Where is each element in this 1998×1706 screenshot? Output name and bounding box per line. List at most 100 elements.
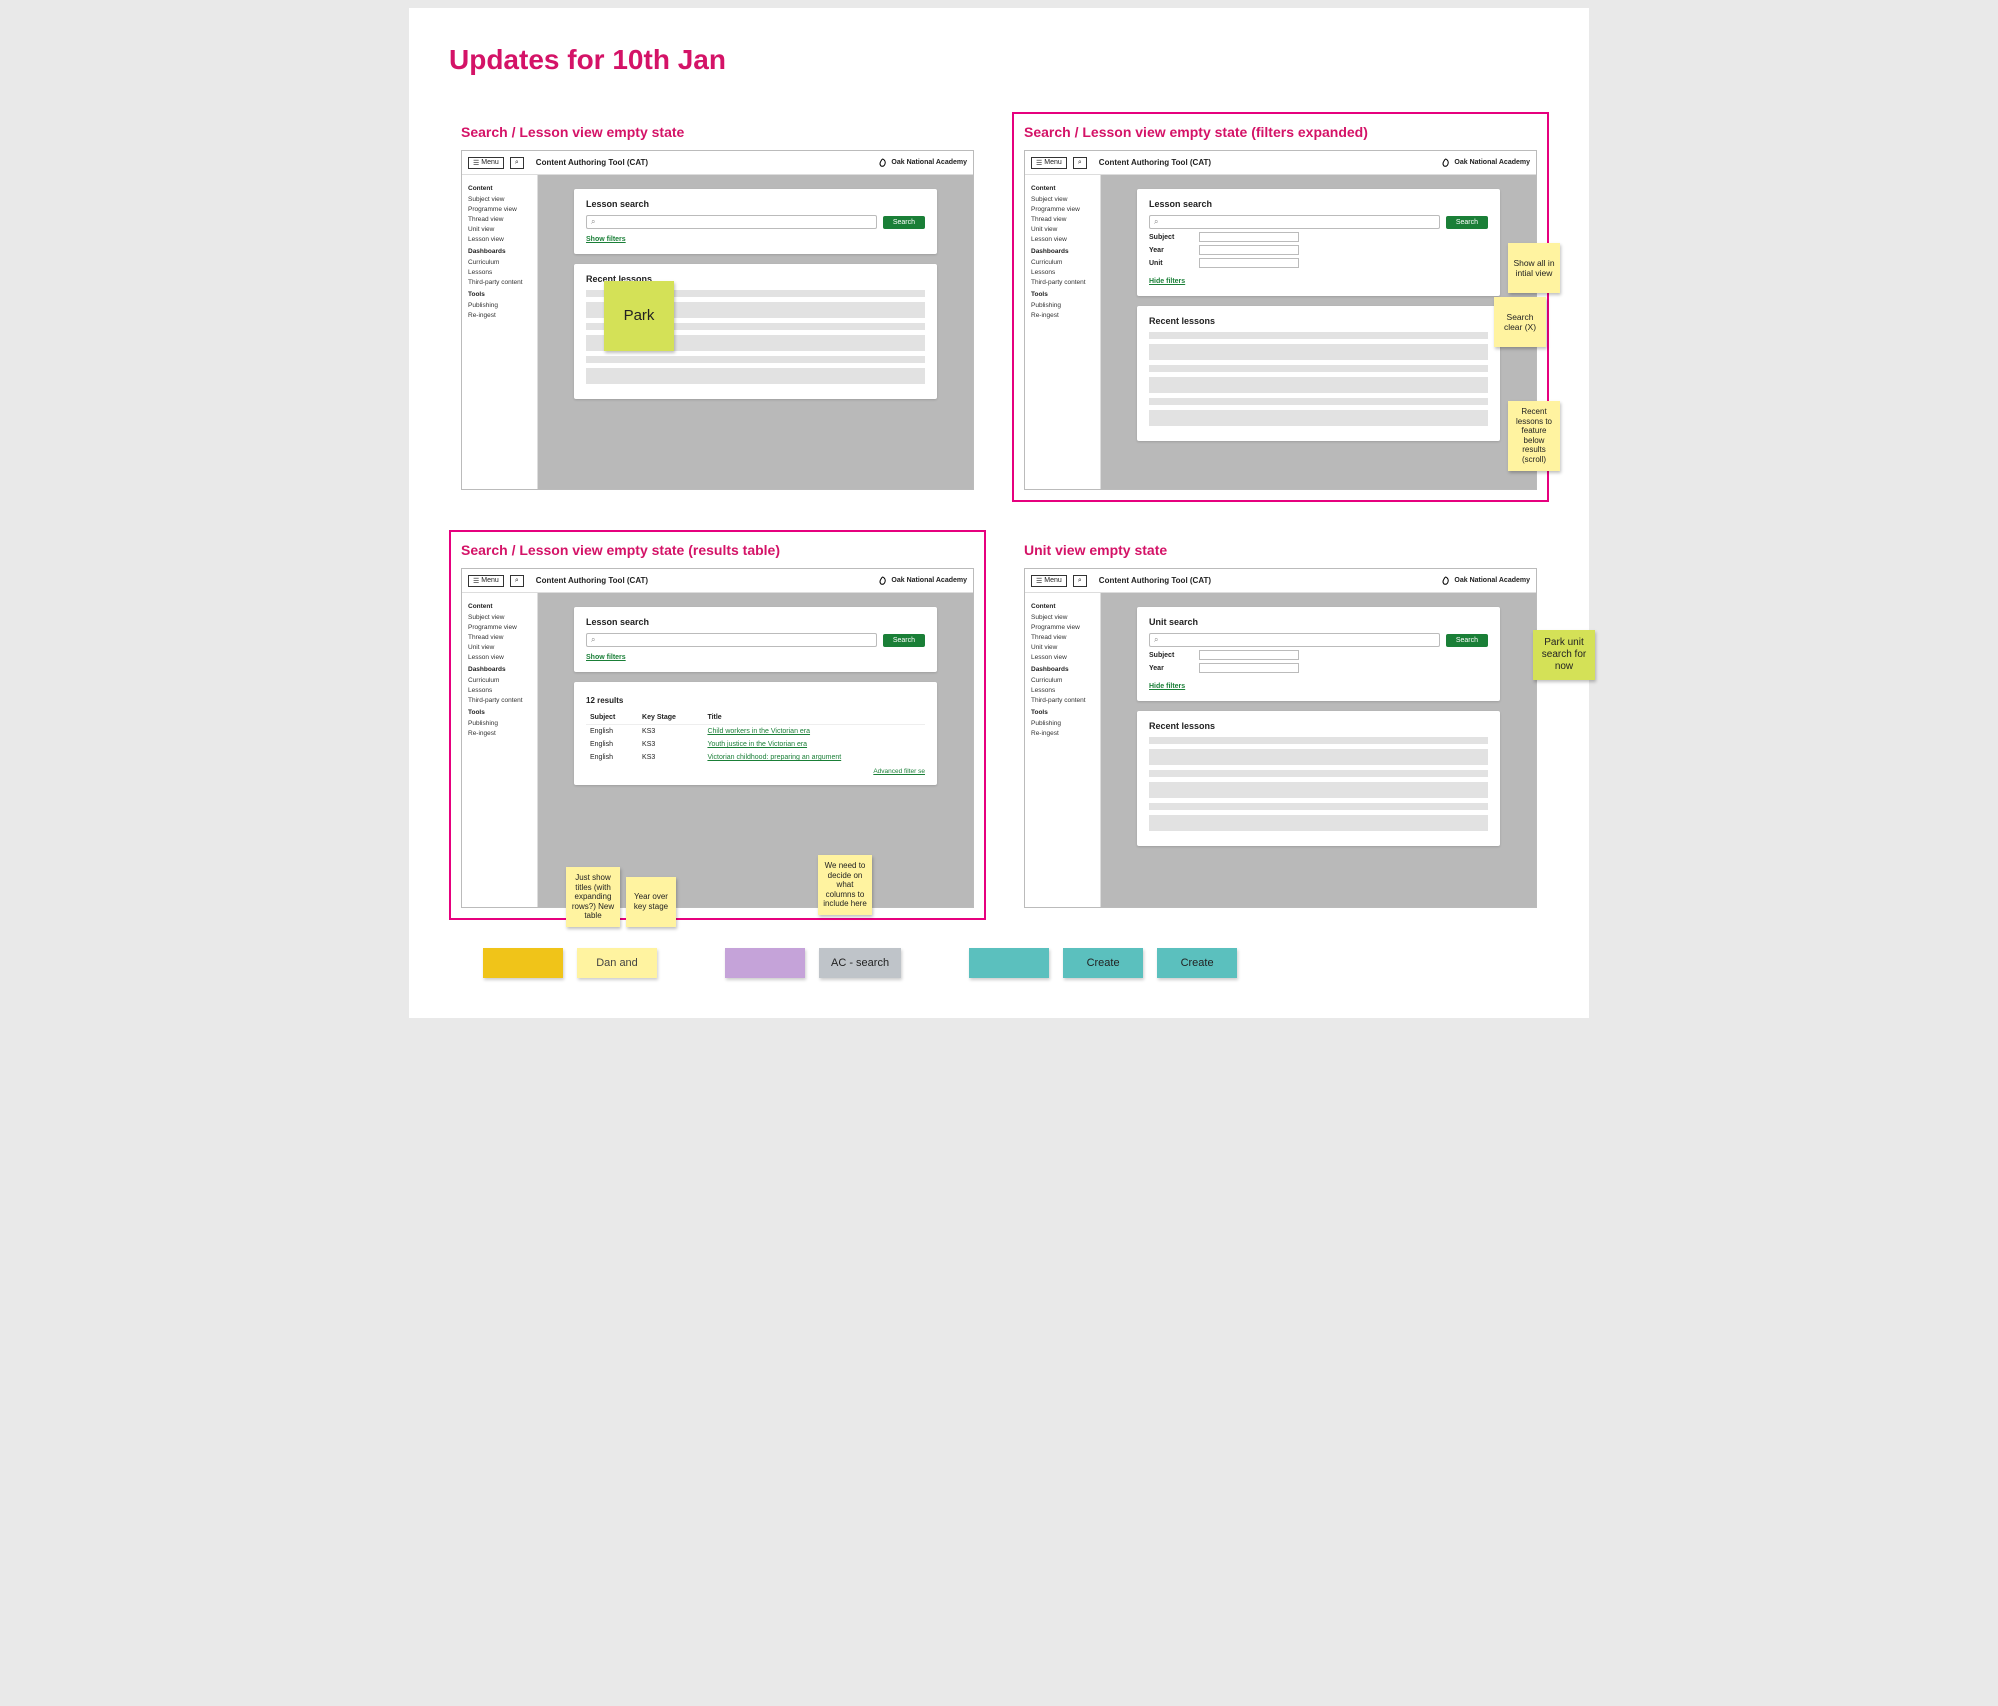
search-icon[interactable]: ⌕ [1073,157,1087,169]
search-input[interactable] [586,215,877,229]
sidebar-item[interactable]: Lessons [1031,267,1094,277]
search-input[interactable] [1149,633,1440,647]
table-row[interactable]: EnglishKS3Child workers in the Victorian… [586,725,925,739]
frame-a[interactable]: Menu ⌕ Content Authoring Tool (CAT) Oak … [461,150,974,490]
search-input[interactable] [1149,215,1440,229]
table-row[interactable]: EnglishKS3Youth justice in the Victorian… [586,738,925,751]
sidebar-item-publishing[interactable]: Publishing [468,300,531,310]
result-link[interactable]: Youth justice in the Victorian era [707,741,807,748]
show-filters-link[interactable]: Show filters [586,236,626,243]
filter-year-input[interactable] [1199,245,1299,255]
cell-d[interactable]: Unit view empty state Menu ⌕ Content Aut… [1012,530,1549,920]
sidebar-item[interactable]: Thread view [1031,632,1094,642]
sidebar-item[interactable]: Unit view [1031,642,1094,652]
menu-button[interactable]: Menu [468,157,504,169]
search-card: Unit search Search Subject Year Hide fil… [1137,607,1500,701]
chip-dan[interactable]: Dan and [577,948,657,978]
sidebar-item[interactable]: Unit view [1031,224,1094,234]
sticky-show-all[interactable]: Show all in intial view [1508,243,1560,293]
sidebar-item[interactable]: Subject view [1031,612,1094,622]
advanced-filter-link[interactable]: Advanced filter se [586,768,925,775]
sticky-park-unit[interactable]: Park unit search for now [1533,630,1595,680]
sidebar-item-lesson-view[interactable]: Lesson view [468,234,531,244]
chip-teal-create-1[interactable]: Create [1063,948,1143,978]
results-card: 12 results Subject Key Stage Title Engli… [574,682,937,785]
hide-filters-link[interactable]: Hide filters [1149,683,1185,690]
sidebar-item[interactable]: Unit view [468,642,531,652]
sidebar-item[interactable]: Publishing [1031,300,1094,310]
table-row[interactable]: EnglishKS3Victorian childhood: preparing… [586,751,925,764]
frame-b[interactable]: Menu ⌕ Content Authoring Tool (CAT) Oak … [1024,150,1537,490]
cell-c[interactable]: Search / Lesson view empty state (result… [449,530,986,920]
sidebar-item[interactable]: Publishing [468,718,531,728]
search-input[interactable] [586,633,877,647]
sidebar-item[interactable]: Curriculum [1031,257,1094,267]
filter-unit-input[interactable] [1199,258,1299,268]
filter-subject-input[interactable] [1199,232,1299,242]
sidebar-item-unit-view[interactable]: Unit view [468,224,531,234]
chip-ac-search[interactable]: AC - search [819,948,901,978]
chip-teal-create-2[interactable]: Create [1157,948,1237,978]
sidebar-item-third-party[interactable]: Third-party content [468,277,531,287]
sticky-year-over-ks[interactable]: Year over key stage [626,877,676,927]
frame-d[interactable]: Menu ⌕ Content Authoring Tool (CAT) Oak … [1024,568,1537,908]
sidebar-item[interactable]: Re-ingest [1031,728,1094,738]
menu-button[interactable]: Menu [468,575,504,587]
sidebar-item-reingest[interactable]: Re-ingest [468,310,531,320]
filter-year-label: Year [1149,665,1189,672]
chip-gold[interactable] [483,948,563,978]
sticky-park[interactable]: Park [604,281,674,351]
sidebar-item-thread-view[interactable]: Thread view [468,214,531,224]
sidebar-item-subject-view[interactable]: Subject view [468,194,531,204]
result-link[interactable]: Victorian childhood: preparing an argume… [707,754,841,761]
frame-c[interactable]: Menu ⌕ Content Authoring Tool (CAT) Oak … [461,568,974,908]
sidebar-item[interactable]: Lesson view [1031,234,1094,244]
sidebar-item[interactable]: Third-party content [468,695,531,705]
sidebar-item[interactable]: Re-ingest [468,728,531,738]
filter-subject-input[interactable] [1199,650,1299,660]
sidebar-item[interactable]: Publishing [1031,718,1094,728]
cell-a[interactable]: Search / Lesson view empty state Menu ⌕ … [449,112,986,502]
sidebar-item[interactable]: Subject view [468,612,531,622]
sidebar-item[interactable]: Lessons [468,685,531,695]
sidebar-item[interactable]: Lesson view [468,652,531,662]
search-button[interactable]: Search [883,216,925,229]
search-button[interactable]: Search [883,634,925,647]
sidebar-item-programme-view[interactable]: Programme view [468,204,531,214]
search-icon[interactable]: ⌕ [1073,575,1087,587]
sidebar-item[interactable]: Programme view [1031,204,1094,214]
sidebar-item[interactable]: Lessons [1031,685,1094,695]
sidebar-item[interactable]: Lesson view [1031,652,1094,662]
sidebar-item[interactable]: Third-party content [1031,695,1094,705]
sticky-search-clear[interactable]: Search clear (X) [1494,297,1546,347]
sidebar-item[interactable]: Re-ingest [1031,310,1094,320]
search-icon[interactable]: ⌕ [510,575,524,587]
chip-purple[interactable] [725,948,805,978]
sidebar-item-curriculum[interactable]: Curriculum [468,257,531,267]
sidebar-item[interactable]: Third-party content [1031,277,1094,287]
sidebar-item[interactable]: Subject view [1031,194,1094,204]
sticky-just-titles[interactable]: Just show titles (with expanding rows?) … [566,867,620,927]
search-title: Unit search [1149,617,1488,627]
filter-year-input[interactable] [1199,663,1299,673]
chip-teal-1[interactable] [969,948,1049,978]
sticky-recent-feature[interactable]: Recent lessons to feature below results … [1508,401,1560,471]
search-button[interactable]: Search [1446,634,1488,647]
sidebar-item[interactable]: Programme view [468,622,531,632]
sidebar-item[interactable]: Programme view [1031,622,1094,632]
menu-button[interactable]: Menu [1031,575,1067,587]
design-canvas[interactable]: Updates for 10th Jan Search / Lesson vie… [409,8,1589,1018]
cell-b[interactable]: Search / Lesson view empty state (filter… [1012,112,1549,502]
sidebar-item[interactable]: Thread view [468,632,531,642]
sidebar-item[interactable]: Curriculum [1031,675,1094,685]
sticky-decide-cols[interactable]: We need to decide on what columns to inc… [818,855,872,915]
sidebar-item[interactable]: Thread view [1031,214,1094,224]
menu-button[interactable]: Menu [1031,157,1067,169]
show-filters-link[interactable]: Show filters [586,654,626,661]
search-icon[interactable]: ⌕ [510,157,524,169]
hide-filters-link[interactable]: Hide filters [1149,278,1185,285]
sidebar-item-lessons[interactable]: Lessons [468,267,531,277]
sidebar-item[interactable]: Curriculum [468,675,531,685]
search-button[interactable]: Search [1446,216,1488,229]
result-link[interactable]: Child workers in the Victorian era [707,728,810,735]
